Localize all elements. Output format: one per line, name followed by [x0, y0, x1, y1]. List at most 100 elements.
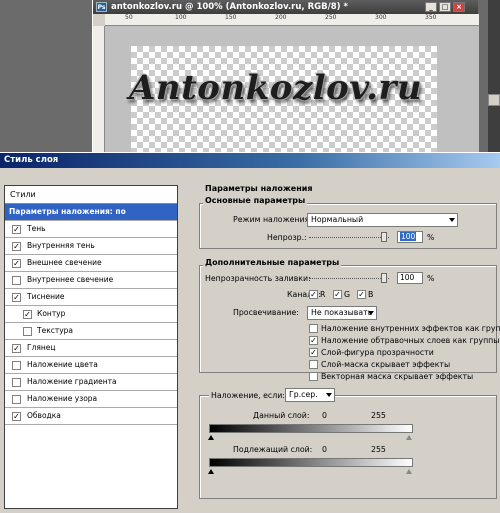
- blending-options-title: Параметры наложения: [205, 184, 313, 193]
- chevron-down-icon: [368, 311, 374, 315]
- channel-b-checkbox[interactable]: ✓: [357, 290, 366, 299]
- color-overlay-checkbox[interactable]: [12, 361, 21, 370]
- styles-header[interactable]: Стили: [5, 186, 177, 204]
- document-window: Ps antonkozlov.ru @ 100% (Antonkozlov.ru…: [92, 0, 479, 152]
- blend-interior-effects-label: Наложение внутренних эффектов как группы: [321, 324, 500, 333]
- this-layer-min: 0: [322, 411, 327, 420]
- transparency-shapes-label: Слой-фигура прозрачности: [321, 348, 434, 357]
- style-item-pattern-overlay[interactable]: Наложение узора: [5, 391, 177, 408]
- blend-clipped-layers-label: Наложение обтравочных слоев как группы: [321, 336, 500, 345]
- gradient-overlay-checkbox[interactable]: [12, 378, 21, 387]
- bevel-emboss-checkbox[interactable]: ✓: [12, 293, 21, 302]
- blend-clipped-layers-checkbox[interactable]: ✓: [309, 336, 318, 345]
- this-layer-label: Данный слой:: [253, 411, 310, 420]
- inner-glow-checkbox[interactable]: [12, 276, 21, 285]
- underlying-layer-black-slider[interactable]: [208, 469, 214, 474]
- opacity-value: 100: [400, 232, 417, 241]
- style-item-label: Наложение узора: [27, 394, 98, 403]
- opacity-unit: %: [427, 233, 435, 242]
- ruler-mark: 350: [425, 14, 437, 21]
- style-item-texture[interactable]: Текстура: [5, 323, 177, 340]
- workspace-right-edge: [478, 0, 500, 152]
- style-item-outer-glow[interactable]: ✓ Внешнее свечение: [5, 255, 177, 272]
- style-item-blending-options[interactable]: Параметры наложения: по умолчанию: [5, 204, 177, 232]
- layer-mask-hides-checkbox[interactable]: [309, 360, 318, 369]
- style-item-inner-glow[interactable]: Внутреннее свечение: [5, 272, 177, 289]
- knockout-value: Не показывать: [311, 308, 373, 317]
- underlying-layer-label: Подлежащий слой:: [233, 445, 313, 454]
- underlying-layer-min: 0: [322, 445, 327, 454]
- channel-r-label: R: [320, 290, 326, 299]
- fill-opacity-label: Непрозрачность заливки:: [205, 274, 311, 283]
- horizontal-ruler[interactable]: 50 100 150 200 250 300 350: [105, 14, 479, 26]
- underlying-layer-gradient: [209, 458, 413, 467]
- canvas-styled-text: Antonkozlov.ru: [129, 68, 423, 108]
- fill-opacity-unit: %: [427, 274, 435, 283]
- advanced-blending-title: Дополнительные параметры: [203, 258, 342, 267]
- ruler-mark: 150: [225, 14, 237, 21]
- vector-mask-hides-checkbox[interactable]: [309, 372, 318, 381]
- fill-opacity-slider-thumb[interactable]: [381, 273, 387, 283]
- style-item-color-overlay[interactable]: Наложение цвета: [5, 357, 177, 374]
- close-button[interactable]: ×: [453, 2, 465, 12]
- document-titlebar[interactable]: Ps antonkozlov.ru @ 100% (Antonkozlov.ru…: [93, 0, 478, 14]
- style-item-label: Тень: [27, 224, 46, 233]
- channel-r-checkbox[interactable]: ✓: [309, 290, 318, 299]
- style-item-label: Обводка: [27, 411, 61, 420]
- knockout-dropdown[interactable]: Не показывать: [307, 306, 377, 320]
- contour-checkbox[interactable]: ✓: [23, 310, 32, 319]
- style-item-label: Глянец: [27, 343, 56, 352]
- style-item-label: Внешнее свечение: [27, 258, 102, 267]
- drop-shadow-checkbox[interactable]: ✓: [12, 225, 21, 234]
- style-item-drop-shadow[interactable]: ✓ Тень: [5, 221, 177, 238]
- panel-dock-tab[interactable]: [488, 94, 500, 106]
- fill-opacity-input[interactable]: 100: [397, 272, 423, 284]
- maximize-button[interactable]: □: [439, 2, 451, 12]
- underlying-layer-max: 255: [371, 445, 386, 454]
- fill-opacity-value: 100: [400, 273, 415, 282]
- style-item-inner-shadow[interactable]: ✓ Внутренняя тень: [5, 238, 177, 255]
- style-item-label: Контур: [37, 309, 66, 318]
- workspace-background: [0, 0, 92, 152]
- pattern-overlay-checkbox[interactable]: [12, 395, 21, 404]
- transparency-shapes-checkbox[interactable]: ✓: [309, 348, 318, 357]
- blending-options-panel: Параметры наложения Основные параметры Р…: [191, 177, 500, 513]
- ruler-mark: 300: [375, 14, 387, 21]
- ruler-mark: 250: [325, 14, 337, 21]
- stroke-checkbox[interactable]: ✓: [12, 412, 21, 421]
- fill-opacity-slider[interactable]: [309, 278, 389, 279]
- blend-mode-dropdown[interactable]: Нормальный: [307, 213, 458, 227]
- this-layer-white-slider[interactable]: [406, 435, 412, 440]
- ruler-mark: 100: [175, 14, 187, 21]
- style-item-label: Текстура: [37, 326, 74, 335]
- document-title: antonkozlov.ru @ 100% (Antonkozlov.ru, R…: [111, 2, 348, 12]
- style-item-label: Наложение градиента: [27, 377, 117, 386]
- opacity-slider[interactable]: [309, 237, 389, 238]
- vertical-ruler[interactable]: [93, 26, 105, 152]
- opacity-slider-thumb[interactable]: [381, 232, 387, 242]
- style-item-bevel-emboss[interactable]: ✓ Тиснение: [5, 289, 177, 306]
- channel-g-label: G: [344, 290, 351, 299]
- style-item-contour[interactable]: ✓ Контур: [5, 306, 177, 323]
- inner-shadow-checkbox[interactable]: ✓: [12, 242, 21, 251]
- opacity-input[interactable]: 100: [397, 231, 423, 243]
- style-item-gradient-overlay[interactable]: Наложение градиента: [5, 374, 177, 391]
- channel-g-checkbox[interactable]: ✓: [333, 290, 342, 299]
- ruler-mark: 200: [275, 14, 287, 21]
- outer-glow-checkbox[interactable]: ✓: [12, 259, 21, 268]
- knockout-label: Просвечивание:: [233, 308, 299, 317]
- minimize-button[interactable]: _: [425, 2, 437, 12]
- this-layer-black-slider[interactable]: [208, 435, 214, 440]
- satin-checkbox[interactable]: ✓: [12, 344, 21, 353]
- style-item-satin[interactable]: ✓ Глянец: [5, 340, 177, 357]
- dialog-title[interactable]: Стиль слоя: [0, 153, 500, 168]
- style-item-label: Внутреннее свечение: [27, 275, 114, 284]
- blend-if-dropdown[interactable]: Гр.сер.: [285, 388, 335, 402]
- blend-interior-effects-checkbox[interactable]: [309, 324, 318, 333]
- style-item-stroke[interactable]: ✓ Обводка: [5, 408, 177, 425]
- style-item-label: Наложение цвета: [27, 360, 98, 369]
- layer-style-dialog: Стиль слоя Стили Параметры наложения: по…: [0, 152, 500, 513]
- blend-mode-label: Режим наложения:: [233, 215, 312, 224]
- texture-checkbox[interactable]: [23, 327, 32, 336]
- underlying-layer-white-slider[interactable]: [406, 469, 412, 474]
